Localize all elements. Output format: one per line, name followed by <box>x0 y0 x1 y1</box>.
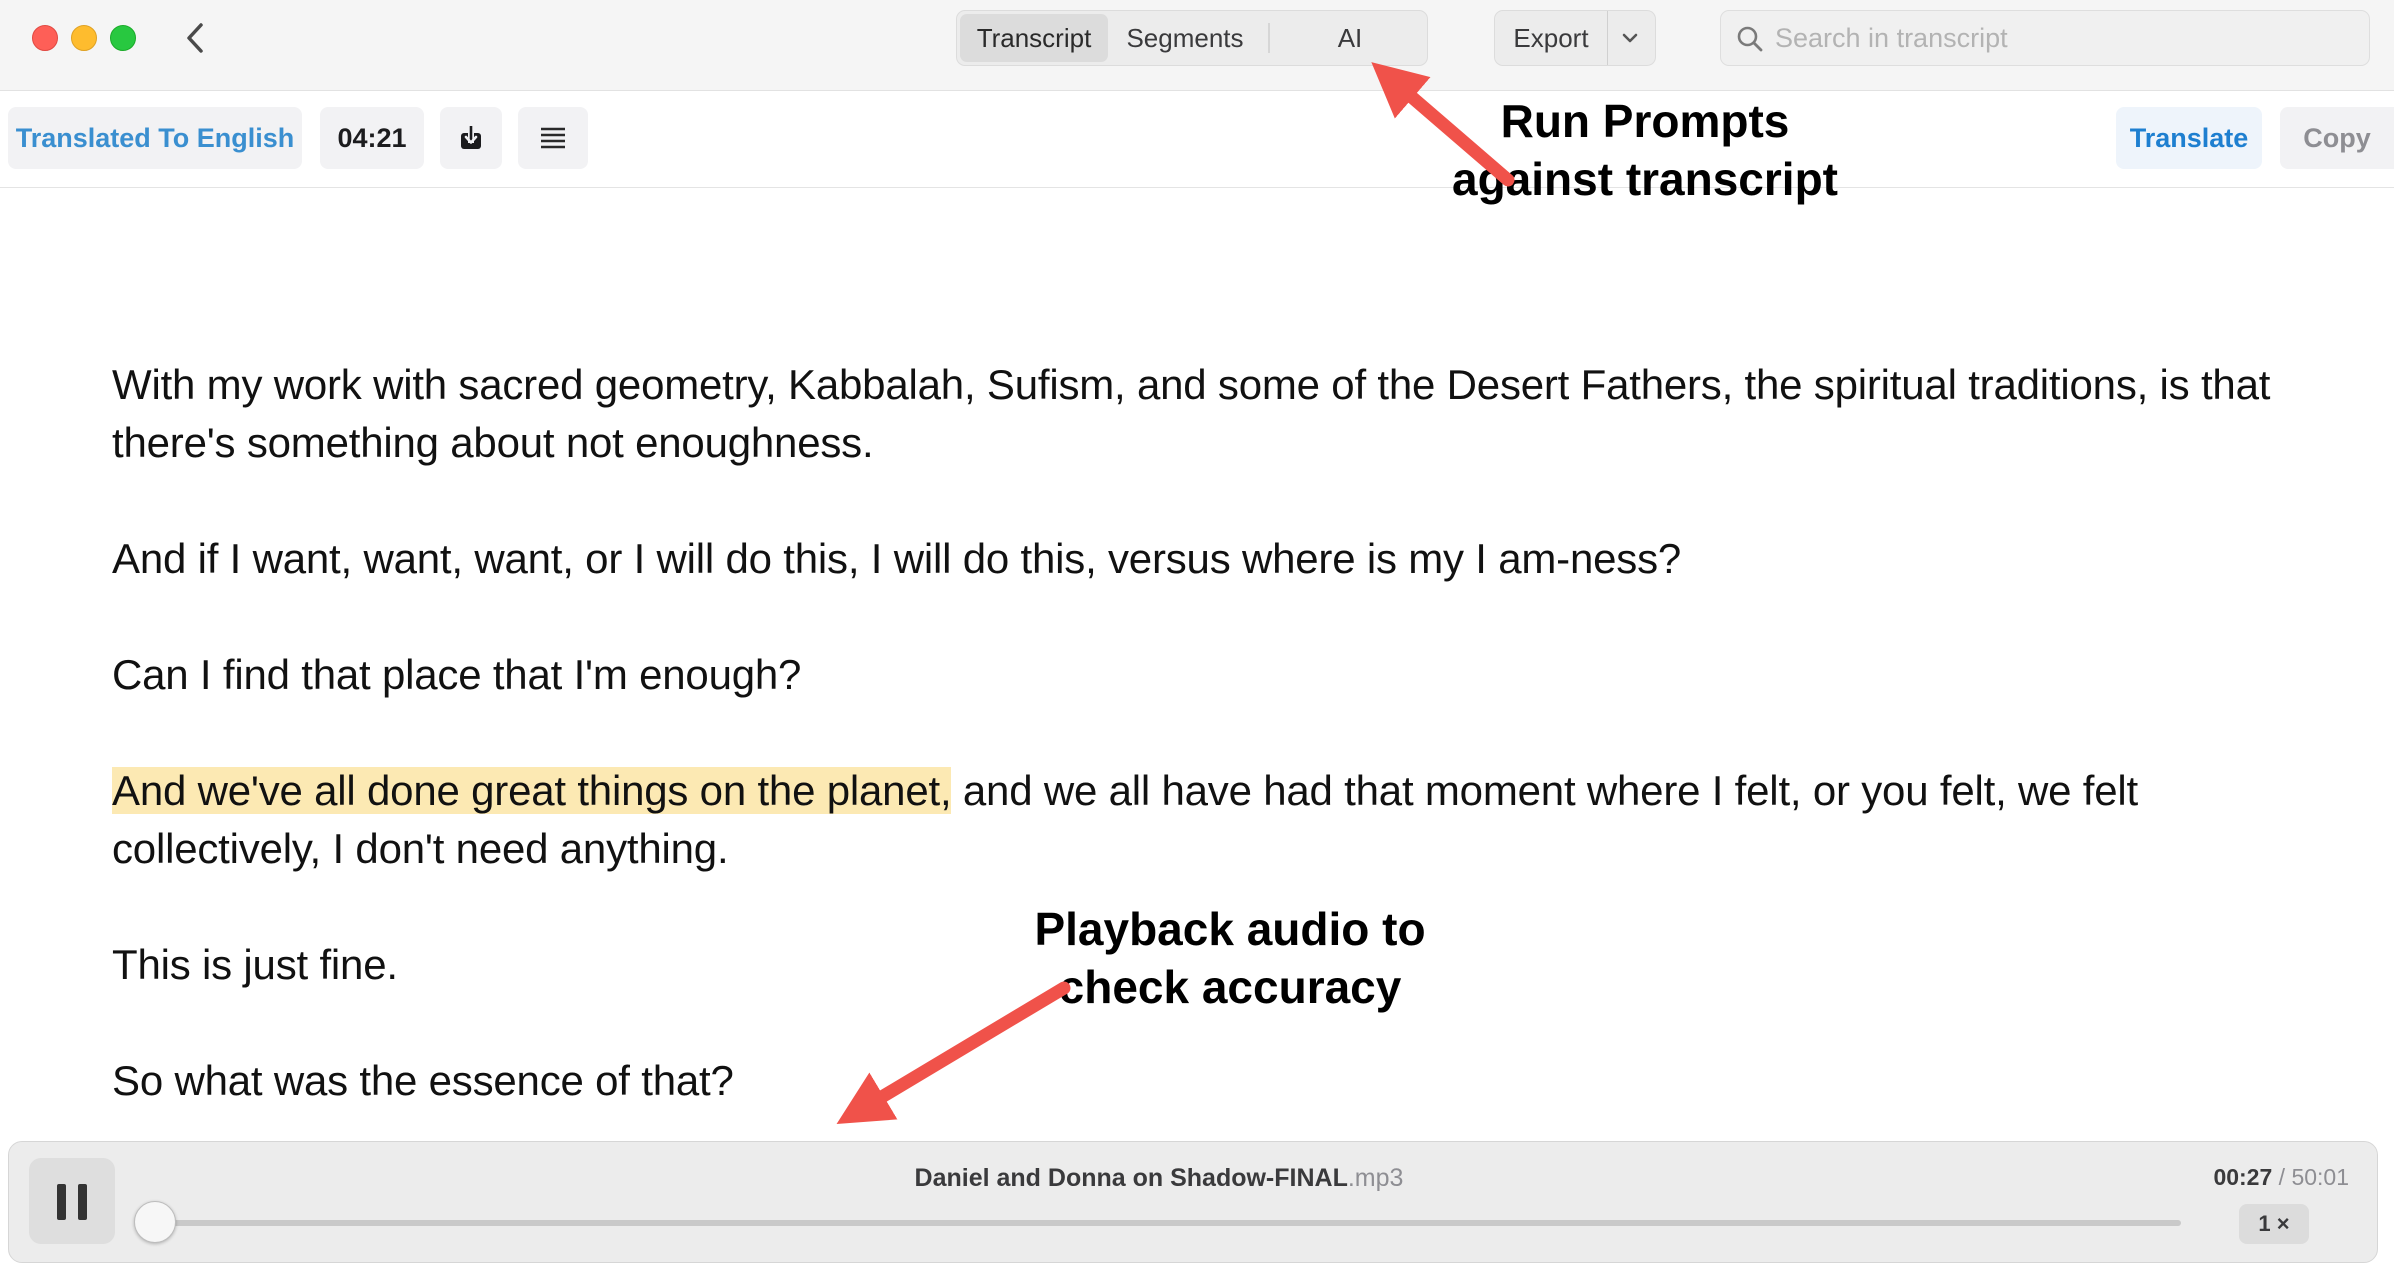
annotation-run-prompts: Run Prompts against transcript <box>1452 95 1838 205</box>
zoom-window-button[interactable] <box>110 25 136 51</box>
annotation-playback: Playback audio to check accuracy <box>1034 903 1426 1013</box>
playback-scrubber[interactable] <box>134 1201 2181 1243</box>
search-field <box>1720 10 2370 66</box>
view-tabs: Transcript Segments AI <box>956 10 1428 66</box>
scrubber-handle[interactable] <box>134 1201 177 1243</box>
transcript-body: With my work with sacred geometry, Kabba… <box>112 356 2272 1168</box>
search-icon <box>1737 26 1763 52</box>
audio-player: Daniel and Donna on Shadow-FINAL.mp3 00:… <box>8 1141 2378 1263</box>
file-name: Daniel and Donna on Shadow-FINAL <box>914 1164 1348 1192</box>
paragraph-text: Can I find that place that I'm enough? <box>112 651 802 698</box>
copy-button[interactable]: Copy <box>2280 107 2394 169</box>
export-button[interactable]: Export <box>1495 11 1607 65</box>
title-bar: Transcript Segments AI Export <box>0 0 2394 91</box>
export-divider <box>1607 11 1608 65</box>
paragraph-text: And if I want, want, want, or I will do … <box>112 535 1682 582</box>
download-button[interactable] <box>440 107 502 169</box>
paragraph-text: This is just fine. <box>112 941 398 988</box>
duration-badge[interactable]: 04:21 <box>320 107 424 169</box>
tab-transcript[interactable]: Transcript <box>960 14 1108 62</box>
tab-segments[interactable]: Segments <box>1110 14 1260 62</box>
minimize-window-button[interactable] <box>71 25 97 51</box>
language-button[interactable]: Translated To English <box>8 107 302 169</box>
time-readout: 00:27 / 50:01 <box>2213 1164 2349 1191</box>
current-time: 00:27 <box>2213 1164 2273 1190</box>
file-extension: .mp3 <box>1347 1164 1404 1192</box>
toolbar: Translated To English 04:21 Translate Co… <box>0 91 2394 188</box>
transcript-paragraph[interactable]: With my work with sacred geometry, Kabba… <box>112 356 2272 472</box>
close-window-button[interactable] <box>32 25 58 51</box>
transcript-paragraph[interactable]: So what was the essence of that? <box>112 1052 2272 1110</box>
transcript-paragraph[interactable]: And if I want, want, want, or I will do … <box>112 530 2272 588</box>
paragraph-view-button[interactable] <box>518 107 588 169</box>
search-input[interactable] <box>1775 11 2355 65</box>
transcript-paragraph[interactable]: And we've all done great things on the p… <box>112 762 2272 878</box>
export-button-group: Export <box>1494 10 1656 66</box>
current-playback-highlight: And we've all done great things on the p… <box>112 767 952 814</box>
playback-speed-button[interactable]: 1 × <box>2239 1204 2309 1244</box>
time-separator: / <box>2272 1164 2292 1190</box>
translate-button[interactable]: Translate <box>2116 107 2262 169</box>
tab-divider <box>1268 23 1270 53</box>
chevron-down-icon[interactable] <box>1615 23 1645 53</box>
back-chevron-icon[interactable] <box>180 18 210 58</box>
tab-ai[interactable]: AI <box>1275 14 1425 62</box>
list-icon <box>541 127 565 149</box>
total-time: 50:01 <box>2291 1164 2349 1190</box>
transcript-paragraph[interactable]: Can I find that place that I'm enough? <box>112 646 2272 704</box>
audio-file-name: Daniel and Donna on Shadow-FINAL.mp3 <box>9 1164 2309 1193</box>
download-icon <box>461 126 481 149</box>
paragraph-text: So what was the essence of that? <box>112 1057 734 1104</box>
paragraph-text: With my work with sacred geometry, Kabba… <box>112 361 2271 466</box>
